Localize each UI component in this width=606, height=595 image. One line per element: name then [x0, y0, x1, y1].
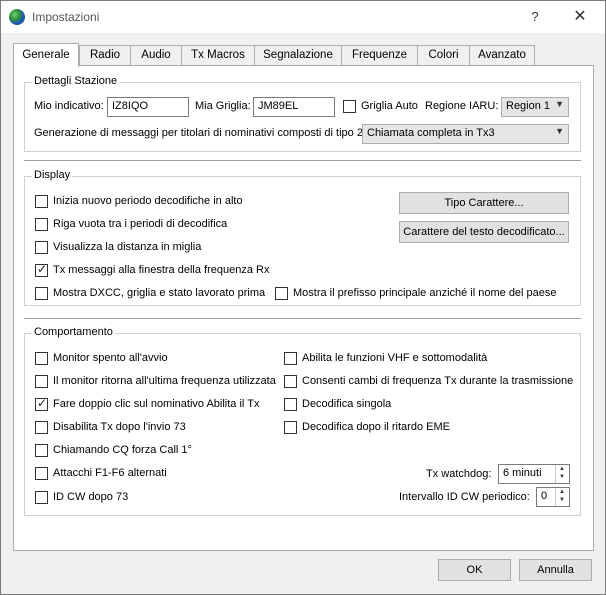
- behavior-group: Comportamento Monitor spento all'avvio I…: [24, 326, 581, 516]
- checkbox-label: Fare doppio clic sul nominativo Abilita …: [53, 398, 260, 410]
- arrow-up-icon[interactable]: ▲: [559, 466, 565, 472]
- checkbox-label: Mostra il prefisso principale anziché il…: [293, 287, 557, 299]
- checkbox-label: ID CW dopo 73: [53, 491, 129, 503]
- checkbox-label: Chiamando CQ forza Call 1°: [53, 444, 192, 456]
- checkbox-label: Riga vuota tra i periodi di decodifica: [53, 218, 228, 230]
- separator: [24, 318, 581, 319]
- checkbox-label: Disabilita Tx dopo l'invio 73: [53, 421, 186, 433]
- separator: [24, 160, 581, 161]
- checkbox-box[interactable]: [35, 444, 48, 457]
- checkbox-box[interactable]: [35, 421, 48, 434]
- checkbox-box[interactable]: [35, 491, 48, 504]
- tab-generale[interactable]: Generale: [13, 43, 79, 67]
- station-details-title: Dettagli Stazione: [32, 75, 120, 87]
- checkbox-label: Tx messaggi alla finestra della frequenz…: [53, 264, 270, 276]
- checkbox-box[interactable]: [284, 421, 297, 434]
- checkbox-label: Consenti cambi di frequenza Tx durante l…: [302, 375, 574, 387]
- checkbox-box[interactable]: [284, 352, 297, 365]
- title-bar: Impostazioni ? ✕: [1, 1, 605, 33]
- checkbox-box[interactable]: [35, 195, 48, 208]
- checkbox-box[interactable]: [35, 352, 48, 365]
- display-group: Display Inizia nuovo periodo decodifiche…: [24, 169, 581, 306]
- spin-arrows[interactable]: ▲ ▼: [555, 465, 569, 483]
- settings-window: Impostazioni ? ✕ Generale Radio Audio Tx…: [0, 0, 606, 595]
- arrow-down-icon[interactable]: ▼: [559, 474, 565, 480]
- checkbox-label: Monitor spento all'avvio: [53, 352, 168, 364]
- font-button[interactable]: Tipo Carattere...: [399, 192, 569, 214]
- tab-frequenze[interactable]: Frequenze: [341, 45, 418, 66]
- checkbox-label: Inizia nuovo periodo decodifiche in alto: [53, 195, 243, 207]
- checkbox-box[interactable]: [284, 375, 297, 388]
- spin-arrows[interactable]: ▲ ▼: [555, 488, 569, 506]
- checkbox-box[interactable]: ✓: [35, 396, 48, 411]
- cancel-button[interactable]: Annulla: [519, 559, 592, 581]
- callsign-input[interactable]: IZ8IQO: [107, 97, 189, 117]
- ok-button[interactable]: OK: [438, 559, 511, 581]
- globe-icon: [9, 9, 25, 25]
- chevron-down-icon: ▼: [555, 126, 564, 136]
- tx-watchdog-spinbox[interactable]: 6 minuti ▲ ▼: [498, 464, 570, 484]
- checkbox-box[interactable]: [35, 287, 48, 300]
- compound-callsign-select[interactable]: Chiamata completa in Tx3 ▼: [362, 124, 569, 144]
- checkbox-box[interactable]: [275, 287, 288, 300]
- checkbox-box[interactable]: [284, 398, 297, 411]
- cw-id-interval-label: Intervallo ID CW periodico:: [399, 491, 530, 503]
- tab-tx-macros[interactable]: Tx Macros: [181, 45, 255, 66]
- chevron-down-icon: ▼: [555, 99, 564, 109]
- check-icon: ✓: [37, 262, 48, 276]
- display-title: Display: [32, 169, 73, 181]
- station-details-group: Dettagli Stazione Mio indicativo: IZ8IQO…: [24, 75, 581, 152]
- cw-id-interval-spinbox[interactable]: 0 ▲ ▼: [536, 487, 570, 507]
- tab-audio[interactable]: Audio: [130, 45, 182, 66]
- checkbox-label: Il monitor ritorna all'ultima frequenza …: [53, 375, 276, 387]
- iaru-label: Regione IARU:: [425, 100, 499, 112]
- compound-callsign-label: Generazione di messaggi per titolari di …: [34, 127, 366, 139]
- checkbox-label: Attacchi F1-F6 alternati: [53, 467, 167, 479]
- grid-label: Mia Griglia:: [195, 100, 251, 112]
- checkbox-box[interactable]: ✓: [35, 262, 48, 277]
- window-title: Impostazioni: [32, 10, 100, 24]
- tab-segnalazione[interactable]: Segnalazione: [254, 45, 342, 66]
- checkbox-label: Abilita le funzioni VHF e sottomodalità: [302, 352, 488, 364]
- decoded-font-button[interactable]: Carattere del testo decodificato...: [399, 221, 569, 243]
- checkbox-label: Mostra DXCC, griglia e stato lavorato pr…: [53, 287, 266, 299]
- tab-radio[interactable]: Radio: [79, 45, 131, 66]
- iaru-region-value: Region 1: [506, 100, 551, 112]
- checkbox-label: Visualizza la distanza in miglia: [53, 241, 202, 253]
- checkbox-box[interactable]: [35, 218, 48, 231]
- checkbox-box[interactable]: [35, 467, 48, 480]
- checkbox-box[interactable]: [35, 241, 48, 254]
- cw-id-interval-value: 0: [541, 490, 548, 502]
- tab-colori[interactable]: Colori: [417, 45, 470, 66]
- behavior-title: Comportamento: [32, 326, 115, 338]
- checkbox-label: Decodifica singola: [302, 398, 392, 410]
- checkbox-box[interactable]: [35, 375, 48, 388]
- grid-input[interactable]: JM89EL: [253, 97, 335, 117]
- callsign-label: Mio indicativo:: [34, 100, 104, 112]
- checkbox-box[interactable]: [343, 100, 356, 113]
- tab-panel-generale: Dettagli Stazione Mio indicativo: IZ8IQO…: [13, 65, 594, 551]
- arrow-up-icon[interactable]: ▲: [559, 489, 565, 495]
- checkbox-label: Decodifica dopo il ritardo EME: [302, 421, 450, 433]
- close-icon[interactable]: ✕: [563, 5, 597, 29]
- tx-watchdog-value: 6 minuti: [503, 467, 542, 479]
- tx-watchdog-label: Tx watchdog:: [426, 468, 492, 480]
- auto-grid-label: Griglia Auto: [361, 100, 418, 112]
- help-button[interactable]: ?: [521, 5, 549, 29]
- compound-callsign-value: Chiamata completa in Tx3: [367, 127, 495, 139]
- check-icon: ✓: [37, 396, 48, 410]
- tab-avanzato[interactable]: Avanzato: [469, 45, 535, 66]
- arrow-down-icon[interactable]: ▼: [559, 497, 565, 503]
- iaru-region-select[interactable]: Region 1 ▼: [501, 97, 569, 117]
